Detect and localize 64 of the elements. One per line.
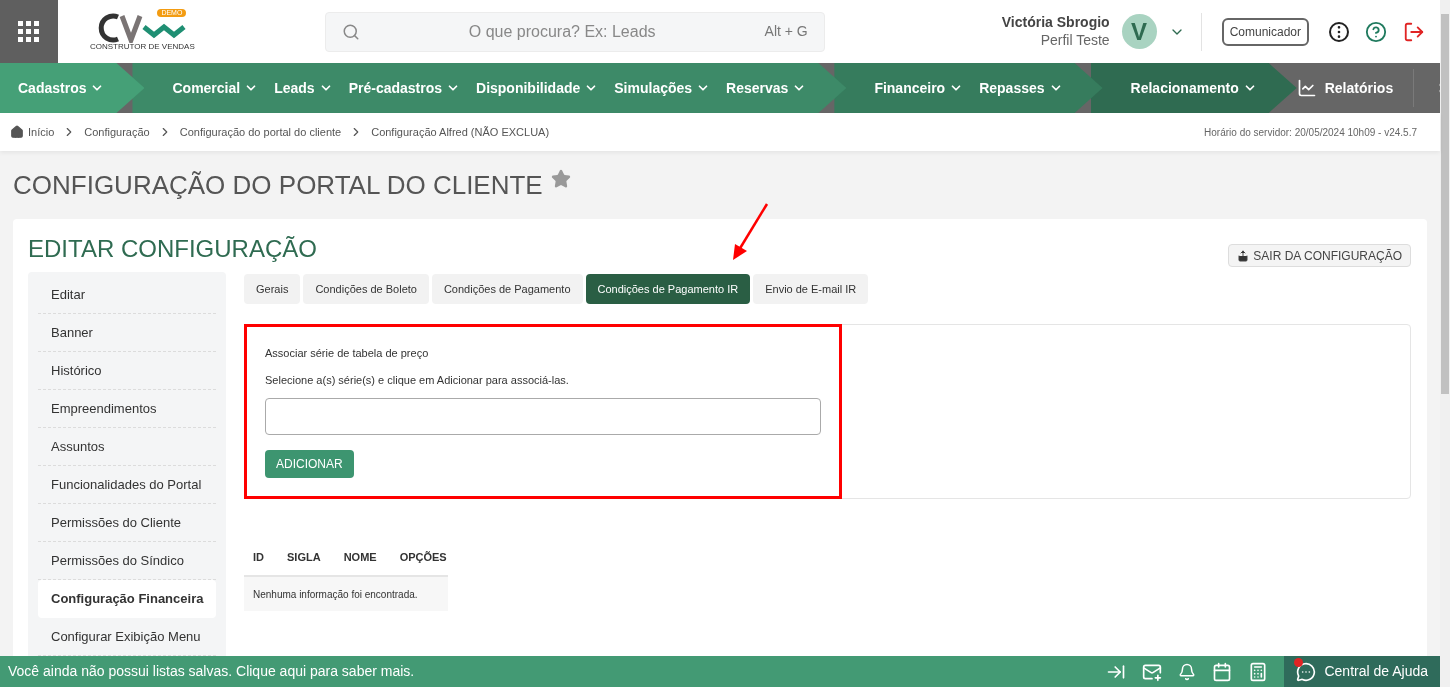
sidebar-item[interactable]: Funcionalidades do Portal bbox=[38, 466, 216, 504]
sidebar-item[interactable]: Assuntos bbox=[38, 428, 216, 466]
menu-item[interactable]: Relacionamento bbox=[1130, 77, 1257, 99]
series-input[interactable] bbox=[265, 398, 821, 435]
menu-item[interactable]: Repasses bbox=[979, 77, 1063, 99]
logo-tagline: CONSTRUTOR DE VENDAS bbox=[90, 42, 195, 51]
breadcrumb-link[interactable]: Configuração Alfred (NÃO EXCLUA) bbox=[371, 123, 550, 141]
breadcrumb-link[interactable]: Configuração bbox=[84, 123, 150, 141]
column-header: OPÇÕES bbox=[399, 549, 447, 565]
user-avatar[interactable]: V bbox=[1121, 14, 1157, 49]
sidebar-item[interactable]: Banner bbox=[38, 314, 216, 352]
star-icon[interactable] bbox=[550, 169, 571, 189]
column-header: ID bbox=[253, 549, 264, 565]
more-icon[interactable] bbox=[1329, 21, 1349, 42]
bell-icon[interactable] bbox=[1178, 662, 1197, 681]
column-header: SIGLA bbox=[287, 549, 321, 565]
menu-item[interactable]: Disponibilidade bbox=[476, 77, 599, 99]
breadcrumb-link[interactable]: Início bbox=[28, 123, 55, 141]
reports-link[interactable]: Relatórios bbox=[1296, 77, 1414, 99]
shortcut-hint: Alt + G bbox=[764, 22, 808, 41]
tab[interactable]: Condições de Pagamento bbox=[431, 274, 583, 304]
form-hint: Selecione a(s) série(s) e clique em Adicionar para associá-las. bbox=[265, 372, 570, 388]
user-profile: Perfil Teste bbox=[1040, 31, 1110, 49]
tab[interactable]: Condições de Pagamento IR bbox=[585, 274, 751, 304]
grid-icon bbox=[18, 20, 40, 43]
breadcrumb-link[interactable]: Configuração do portal do cliente bbox=[179, 123, 342, 141]
communicator-button[interactable]: Comunicador bbox=[1221, 17, 1309, 46]
user-name: Victória Sbrogio bbox=[1001, 14, 1110, 32]
tab[interactable]: Condições de Boleto bbox=[303, 274, 429, 304]
sidebar-item[interactable]: Permissões do Cliente bbox=[38, 504, 216, 542]
exit-button[interactable]: SAIR DA CONFIGURAÇÃO bbox=[1228, 244, 1411, 267]
menu-item[interactable]: Pré-cadastros bbox=[348, 77, 461, 99]
sidebar-item[interactable]: Histórico bbox=[38, 352, 216, 390]
calculator-icon[interactable] bbox=[1248, 661, 1269, 682]
tab[interactable]: Envio de E-mail IR bbox=[753, 274, 869, 304]
server-time: Horário do servidor: 20/05/2024 10h09 - v24.5.7 bbox=[1204, 125, 1417, 140]
help-center-button[interactable]: Central de Ajuda bbox=[1284, 656, 1440, 687]
chat-icon bbox=[1296, 661, 1317, 682]
line-chart-icon bbox=[1296, 78, 1317, 98]
search-icon bbox=[341, 22, 360, 41]
add-button[interactable]: ADICIONAR bbox=[265, 450, 354, 478]
apps-menu-button[interactable] bbox=[0, 0, 58, 63]
empty-message: Nenhuma informação foi encontrada. bbox=[253, 587, 418, 602]
menu-item[interactable]: Simulações bbox=[614, 77, 711, 99]
sidebar-item[interactable]: Empreendimentos bbox=[38, 390, 216, 428]
menu-item[interactable]: Reservas bbox=[726, 77, 807, 99]
tab[interactable]: Gerais bbox=[244, 274, 301, 304]
page-title: CONFIGURAÇÃO DO PORTAL DO CLIENTE bbox=[13, 168, 543, 202]
logout-icon[interactable] bbox=[1403, 20, 1425, 43]
search-input[interactable]: O que procura? Ex: Leads bbox=[359, 19, 765, 44]
sidebar-item[interactable]: Editar bbox=[38, 276, 216, 314]
search-field[interactable]: O que procura? Ex: Leads Alt + G bbox=[324, 11, 825, 52]
calendar-icon[interactable] bbox=[1212, 661, 1233, 682]
help-icon[interactable] bbox=[1365, 20, 1387, 43]
logo-icon bbox=[98, 12, 187, 43]
sidebar-item[interactable]: Configuração Financeira bbox=[38, 580, 216, 618]
column-header: NOME bbox=[343, 549, 377, 565]
annotation-arrow bbox=[731, 202, 771, 262]
menu-item[interactable]: Comercial bbox=[172, 77, 259, 99]
menu-item[interactable]: Leads bbox=[274, 77, 333, 99]
menu-item[interactable]: Financeiro bbox=[874, 77, 964, 99]
card-title: EDITAR CONFIGURAÇÃO bbox=[28, 237, 317, 261]
home-icon bbox=[10, 125, 24, 139]
form-heading: Associar série de tabela de preço bbox=[265, 346, 430, 361]
